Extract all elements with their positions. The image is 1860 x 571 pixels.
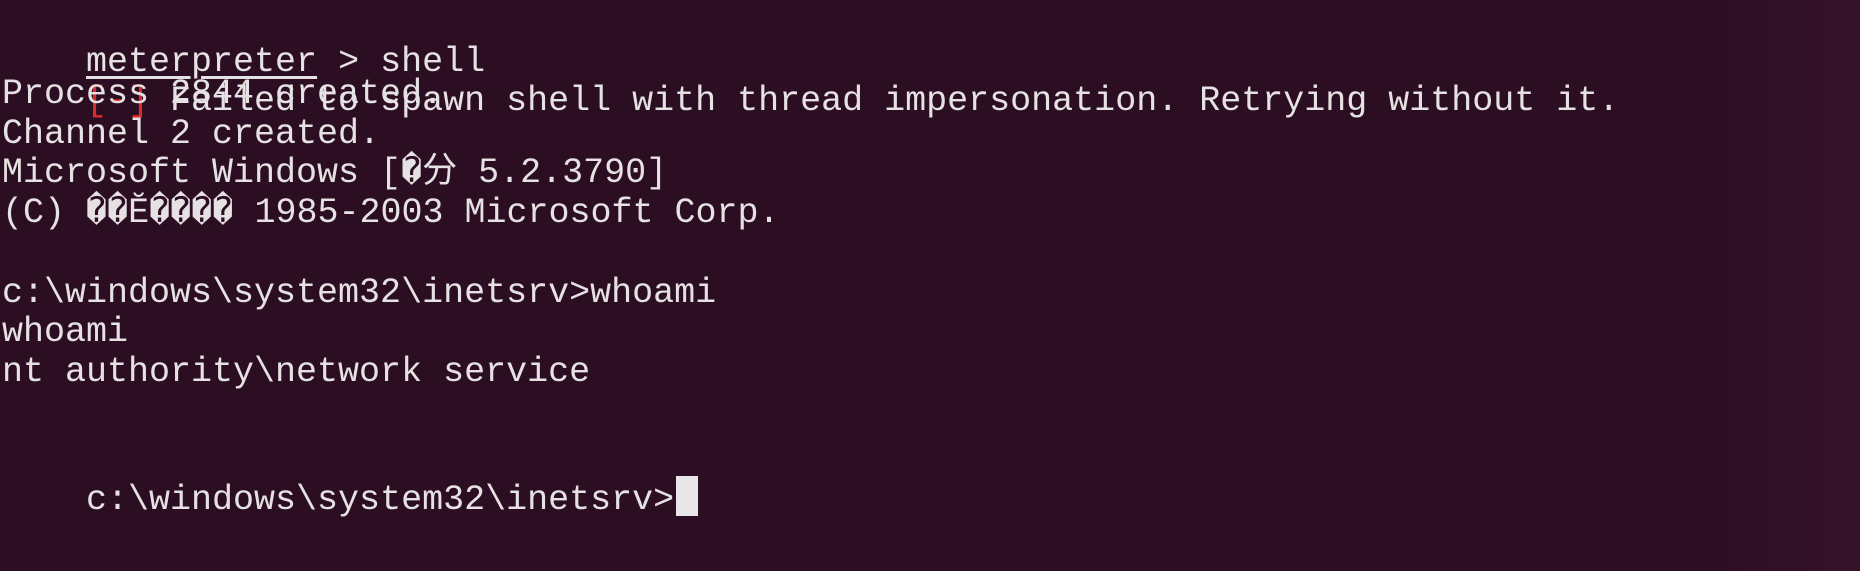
- background-window-shadow: [1720, 0, 1860, 571]
- current-prompt: c:\windows\system32\inetsrv>: [86, 480, 675, 520]
- cmd-prompt-current[interactable]: c:\windows\system32\inetsrv>: [2, 429, 699, 520]
- whoami-output: nt authority\network service: [2, 352, 591, 392]
- copyright-line: (C) ��Ĕ���� 1985-2003 Microsoft Corp.: [2, 193, 780, 233]
- text-cursor[interactable]: [676, 476, 699, 516]
- terminal-window[interactable]: meterpreter > shell [-] Failed to spawn …: [0, 0, 1860, 571]
